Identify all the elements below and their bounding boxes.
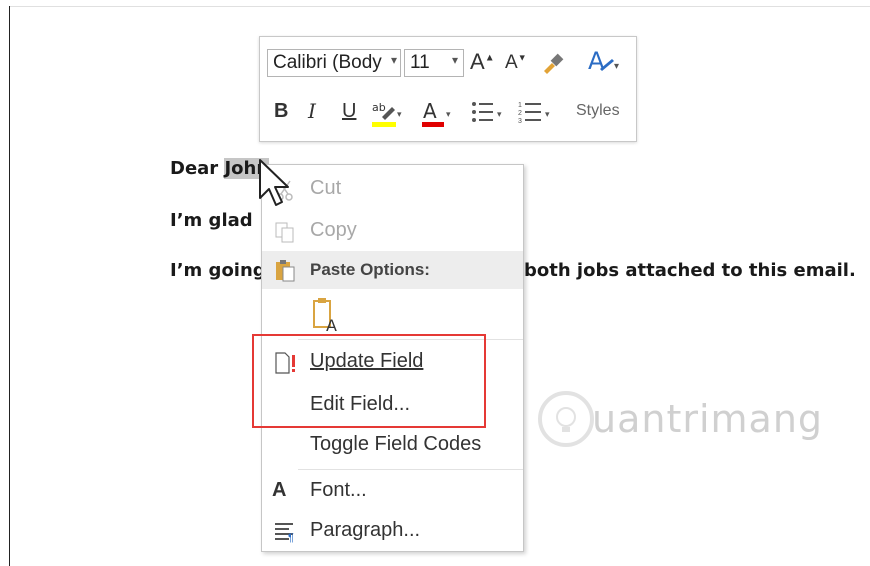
doc-line-2: I’m glad: [170, 210, 253, 231]
menu-item-copy[interactable]: Copy: [262, 213, 523, 249]
svg-text:2: 2: [518, 110, 522, 117]
paste-keep-text-only-button[interactable]: A: [310, 295, 346, 335]
svg-text:▾: ▾: [614, 61, 619, 72]
svg-text:▾: ▾: [446, 109, 451, 119]
font-color-icon[interactable]: A ▾: [420, 97, 454, 133]
font-size-value: 11: [410, 52, 430, 73]
menu-item-label: Font...: [310, 479, 367, 501]
italic-button[interactable]: I: [308, 101, 316, 121]
highlight-box: [252, 334, 486, 428]
menu-item-toggle-field-codes[interactable]: Toggle Field Codes: [262, 427, 523, 463]
copy-icon: [275, 222, 294, 243]
svg-text:¶: ¶: [288, 532, 294, 544]
paste-options-label: Paste Options:: [310, 260, 430, 279]
chevron-down-icon: ▾: [390, 53, 397, 67]
menu-item-label: Copy: [310, 219, 357, 241]
paragraph-icon: ¶: [275, 523, 294, 544]
mouse-cursor-icon: [259, 159, 289, 206]
watermark-text: uantrimang: [592, 397, 824, 441]
highlight-icon[interactable]: ab ▾: [370, 97, 404, 133]
svg-text:3: 3: [518, 118, 522, 125]
bold-button[interactable]: B: [274, 101, 288, 121]
svg-text:A: A: [588, 47, 605, 75]
menu-separator: [298, 469, 523, 470]
font-icon: A: [272, 479, 287, 501]
chevron-down-icon: ▾: [451, 53, 458, 67]
svg-text:A: A: [423, 99, 437, 123]
styles-label: Styles: [576, 102, 620, 119]
window-top-border: [9, 6, 870, 7]
menu-item-label: Cut: [310, 177, 342, 199]
greeting-text: Dear: [170, 158, 225, 179]
paste-text-only-icon: A: [313, 298, 337, 335]
grow-font-icon[interactable]: A▲: [470, 51, 495, 73]
bullets-icon[interactable]: ▾: [470, 99, 508, 131]
watermark-logo-icon: [538, 391, 594, 447]
doc-line-greeting: Dear John: [170, 158, 270, 179]
font-name-value: Calibri (Body: [273, 52, 382, 73]
menu-item-label: Toggle Field Codes: [310, 433, 482, 455]
underline-button[interactable]: U: [342, 101, 356, 121]
numbering-icon[interactable]: 1 2 3 ▾: [518, 99, 556, 131]
menu-item-font[interactable]: A Font...: [262, 473, 523, 509]
menu-item-cut[interactable]: Cut: [262, 171, 523, 207]
svg-text:▾: ▾: [397, 109, 402, 119]
doc-line-3-left: I’m going: [170, 260, 266, 281]
format-painter-icon[interactable]: [540, 51, 566, 81]
font-name-dropdown[interactable]: Calibri (Body ▾: [267, 49, 401, 77]
svg-text:ab: ab: [372, 101, 386, 114]
clipboard-icon: [276, 260, 295, 282]
svg-text:▾: ▾: [545, 109, 550, 119]
svg-text:1: 1: [518, 102, 522, 109]
menu-item-label: Paragraph...: [310, 519, 421, 541]
svg-text:A: A: [326, 316, 337, 333]
paste-options-header: Paste Options:: [262, 251, 523, 289]
menu-item-paragraph[interactable]: ¶ Paragraph...: [262, 513, 523, 549]
window-left-border: [9, 6, 10, 566]
styles-icon[interactable]: A ▾: [586, 47, 622, 81]
font-size-dropdown[interactable]: 11 ▾: [404, 49, 464, 77]
doc-line-3-right: both jobs attached to this email.: [524, 260, 856, 281]
mini-toolbar: Calibri (Body ▾ 11 ▾ A▲ A▼ A ▾ B I U ab ▾ …: [259, 36, 637, 142]
shrink-font-icon[interactable]: A▼: [505, 53, 527, 72]
svg-text:▾: ▾: [497, 109, 502, 119]
